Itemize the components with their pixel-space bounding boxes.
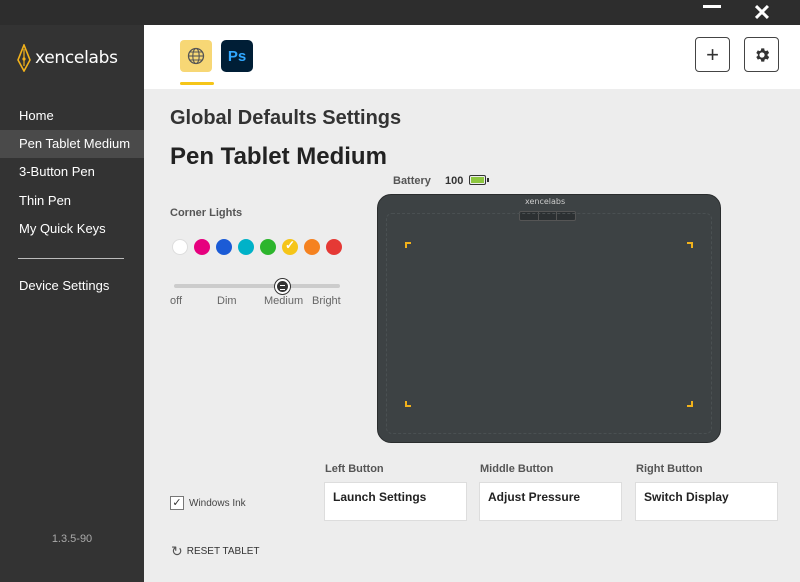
brightness-slider-track[interactable] xyxy=(174,284,340,288)
middle-button-action[interactable]: Adjust Pressure xyxy=(479,482,622,521)
color-swatch-white[interactable] xyxy=(172,239,188,255)
color-swatch-cyan[interactable] xyxy=(238,239,254,255)
battery-value: 100 xyxy=(445,175,464,187)
gear-icon xyxy=(755,47,769,62)
brand-name: xencelabs xyxy=(35,48,118,68)
app-header: Ps + xyxy=(144,25,800,89)
brand-logo: xencelabs xyxy=(16,43,118,73)
sidebar-divider xyxy=(18,258,124,259)
battery-label: Battery xyxy=(393,175,431,187)
color-swatch-orange[interactable] xyxy=(304,239,320,255)
middle-button-label: Middle Button xyxy=(480,463,554,475)
sidebar-item-thin-pen[interactable]: Thin Pen xyxy=(0,187,144,215)
color-swatch-magenta[interactable] xyxy=(194,239,210,255)
right-button-label: Right Button xyxy=(636,463,703,475)
corner-lights-label: Corner Lights xyxy=(170,207,243,219)
right-button-action[interactable]: Switch Display xyxy=(635,482,778,521)
brightness-tick-medium: Medium xyxy=(264,295,304,307)
sidebar-item-device-settings[interactable]: Device Settings xyxy=(0,272,144,300)
tab-global-defaults[interactable] xyxy=(180,40,212,72)
tablet-logo: xencelabs xyxy=(525,197,566,206)
color-swatch-blue[interactable] xyxy=(216,239,232,255)
tablet-preview: xencelabs xyxy=(377,194,721,443)
windows-ink-checkbox[interactable]: ✓ xyxy=(170,496,184,510)
reset-icon: ↻ xyxy=(171,543,183,559)
sidebar-item-my-quick-keys[interactable]: My Quick Keys xyxy=(0,215,144,243)
pen-nib-logo-icon xyxy=(17,44,31,72)
brightness-tick-off: off xyxy=(170,295,183,307)
version-label: 1.3.5-90 xyxy=(51,533,93,545)
brightness-slider-handle[interactable] xyxy=(275,279,290,294)
color-swatch-yellow[interactable] xyxy=(282,238,298,255)
corner-light-top-right xyxy=(687,242,693,248)
title-bar: ✕ xyxy=(0,0,800,25)
section-title: Global Defaults Settings xyxy=(170,107,402,129)
corner-light-top-left xyxy=(405,242,411,248)
brightness-tick-bright: Bright xyxy=(312,295,341,307)
reset-tablet-button[interactable]: ↻ RESET TABLET xyxy=(171,543,260,560)
corner-light-color-picker xyxy=(172,238,342,255)
left-button-label: Left Button xyxy=(325,463,384,475)
sidebar-item-3-button-pen[interactable]: 3-Button Pen xyxy=(0,158,144,186)
windows-ink-label: Windows Ink xyxy=(189,498,246,509)
settings-button[interactable] xyxy=(744,37,779,72)
color-swatch-red[interactable] xyxy=(326,239,342,255)
corner-light-bottom-left xyxy=(405,401,411,407)
sidebar-item-home[interactable]: Home xyxy=(0,102,144,130)
minimize-button[interactable] xyxy=(692,0,732,25)
sidebar-item-pen-tablet-medium[interactable]: Pen Tablet Medium xyxy=(0,130,144,158)
close-button[interactable]: ✕ xyxy=(742,0,782,25)
reset-tablet-label: RESET TABLET xyxy=(186,546,260,557)
globe-icon xyxy=(187,47,205,65)
sidebar: xencelabs Home Pen Tablet Medium 3-Butto… xyxy=(0,25,144,582)
brightness-tick-dim: Dim xyxy=(217,295,237,307)
active-tab-indicator xyxy=(180,82,214,85)
tablet-active-area xyxy=(386,213,712,434)
tab-photoshop[interactable]: Ps xyxy=(221,40,253,72)
plus-icon: + xyxy=(706,41,719,67)
left-button-action[interactable]: Launch Settings xyxy=(324,482,467,521)
color-swatch-green[interactable] xyxy=(260,239,276,255)
corner-light-bottom-right xyxy=(687,401,693,407)
add-app-button[interactable]: + xyxy=(695,37,730,72)
device-title: Pen Tablet Medium xyxy=(170,143,387,170)
photoshop-icon: Ps xyxy=(227,47,247,65)
battery-full-icon xyxy=(469,175,489,185)
